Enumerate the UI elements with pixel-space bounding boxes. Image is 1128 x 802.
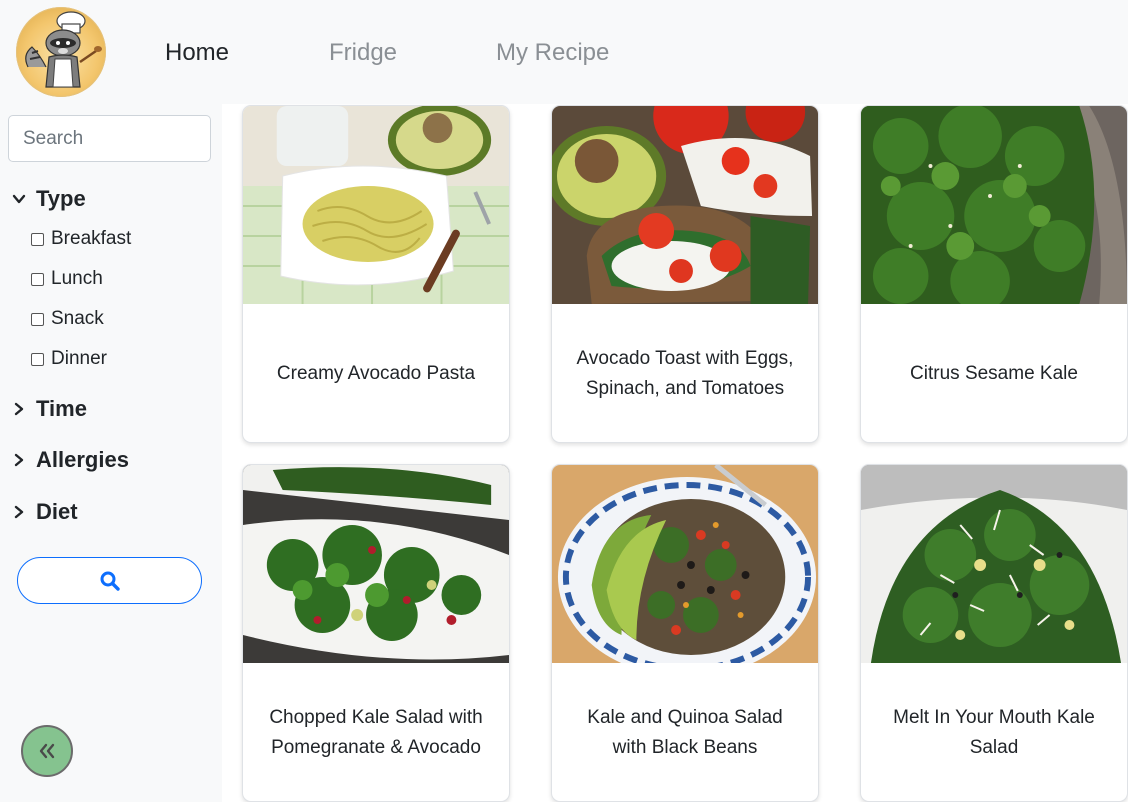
filter-time-label: Time bbox=[36, 396, 87, 421]
search-icon bbox=[100, 571, 120, 591]
breakfast-label: Breakfast bbox=[51, 228, 132, 249]
recipe-card[interactable]: Melt In Your Mouth Kale Salad bbox=[860, 464, 1128, 802]
lunch-checkbox[interactable] bbox=[31, 272, 44, 286]
recipe-image bbox=[552, 465, 818, 663]
filter-type-label: Type bbox=[36, 186, 86, 211]
nav-home[interactable]: Home bbox=[165, 38, 229, 68]
option-snack[interactable]: Snack bbox=[31, 306, 104, 332]
chef-raccoon-icon bbox=[25, 11, 102, 88]
recipe-image bbox=[552, 106, 818, 304]
snack-label: Snack bbox=[51, 308, 104, 329]
recipe-card[interactable]: Citrus Sesame Kale bbox=[860, 105, 1128, 443]
recipe-card[interactable]: Creamy Avocado Pasta bbox=[242, 105, 510, 443]
search-input[interactable] bbox=[8, 115, 211, 162]
recipe-title: Chopped Kale Salad with Pomegranate & Av… bbox=[269, 707, 483, 758]
lunch-label: Lunch bbox=[51, 268, 103, 289]
recipe-title: Melt In Your Mouth Kale Salad bbox=[893, 707, 1095, 758]
recipe-image bbox=[861, 106, 1127, 304]
collapse-sidebar-button[interactable] bbox=[21, 725, 73, 777]
recipe-title: Citrus Sesame Kale bbox=[910, 363, 1078, 384]
chef-raccoon-logo[interactable] bbox=[16, 7, 106, 97]
option-dinner[interactable]: Dinner bbox=[31, 346, 107, 372]
recipe-grid: Creamy Avocado Pasta Avocado Toast with … bbox=[222, 104, 1128, 802]
recipe-image bbox=[243, 106, 509, 304]
recipe-card[interactable]: Chopped Kale Salad with Pomegranate & Av… bbox=[242, 464, 510, 802]
chevron-right-icon bbox=[14, 505, 24, 519]
recipe-card[interactable]: Avocado Toast with Eggs, Spinach, and To… bbox=[551, 105, 819, 443]
recipe-image bbox=[861, 465, 1127, 663]
breakfast-checkbox[interactable] bbox=[31, 232, 44, 246]
filter-allergies-toggle[interactable]: Allergies bbox=[12, 445, 129, 475]
recipe-title: Avocado Toast with Eggs, Spinach, and To… bbox=[576, 348, 794, 399]
top-navbar: Home Fridge My Recipe bbox=[0, 0, 1128, 104]
filter-sidebar: Type Breakfast Lunch Snack Dinner Time A… bbox=[0, 104, 222, 802]
dinner-checkbox[interactable] bbox=[31, 352, 44, 366]
filter-type-toggle[interactable]: Type bbox=[12, 184, 86, 214]
recipe-title: Kale and Quinoa Salad with Black Beans bbox=[587, 707, 783, 758]
chevron-down-icon bbox=[12, 194, 26, 204]
option-breakfast[interactable]: Breakfast bbox=[31, 226, 131, 252]
recipe-image bbox=[243, 465, 509, 663]
chevron-right-icon bbox=[14, 402, 24, 416]
recipe-card[interactable]: Kale and Quinoa Salad with Black Beans bbox=[551, 464, 819, 802]
snack-checkbox[interactable] bbox=[31, 312, 44, 326]
filter-allergies-label: Allergies bbox=[36, 447, 129, 472]
filter-diet-toggle[interactable]: Diet bbox=[12, 497, 78, 527]
option-lunch[interactable]: Lunch bbox=[31, 266, 103, 292]
filter-time-toggle[interactable]: Time bbox=[12, 394, 87, 424]
dinner-label: Dinner bbox=[51, 348, 107, 369]
nav-fridge[interactable]: Fridge bbox=[329, 38, 397, 68]
nav-my-recipe[interactable]: My Recipe bbox=[496, 38, 609, 68]
recipe-title: Creamy Avocado Pasta bbox=[276, 363, 476, 384]
filter-diet-label: Diet bbox=[36, 499, 78, 524]
search-button[interactable] bbox=[17, 557, 202, 604]
chevron-right-icon bbox=[14, 453, 24, 467]
double-chevron-left-icon bbox=[39, 743, 55, 759]
